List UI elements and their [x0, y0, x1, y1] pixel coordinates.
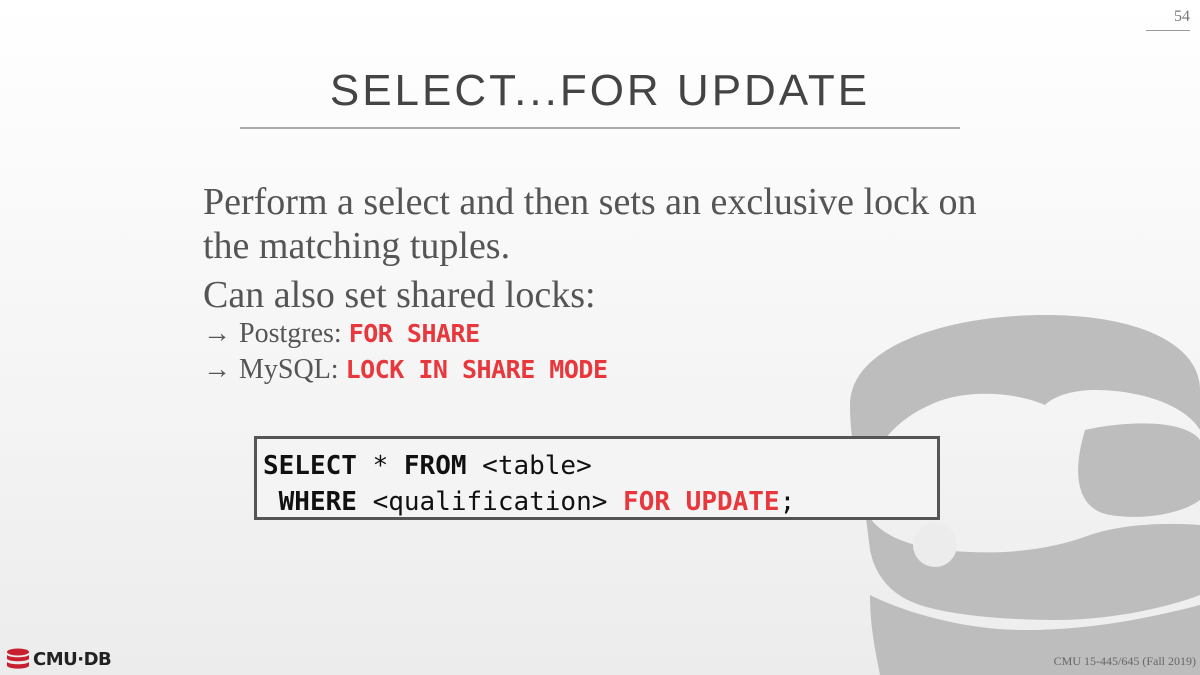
- arrow-icon: →: [203, 354, 231, 385]
- code-text: *: [356, 451, 404, 481]
- title-divider: [240, 127, 960, 129]
- code-text: <table>: [466, 451, 592, 481]
- keyword: FOR SHARE: [348, 319, 480, 348]
- sql-code-block: SELECT * FROM <table> WHERE <qualificati…: [254, 436, 940, 520]
- paragraph-shared-locks: Can also set shared locks:: [203, 274, 596, 316]
- sql-highlight-keyword: FOR UPDATE: [623, 487, 780, 517]
- sql-keyword: FROM: [403, 451, 467, 481]
- slide-number: 54: [1146, 8, 1190, 31]
- paragraph-exclusive-lock: Perform a select and then sets an exclus…: [203, 181, 977, 267]
- code-line-2: WHERE <qualification> FOR UPDATE;: [263, 484, 937, 520]
- logo-text: CMU·DB: [33, 648, 112, 670]
- code-text: <qualification>: [356, 487, 624, 517]
- slide-title: SELECT...FOR UPDATE: [329, 66, 871, 115]
- arrow-icon: →: [203, 318, 231, 349]
- code-text: ;: [779, 487, 796, 517]
- slide-body: Perform a select and then sets an exclus…: [203, 180, 1023, 388]
- list-item-label: MySQL:: [239, 354, 346, 385]
- list-item-mysql: → MySQL: LOCK IN SHARE MODE: [203, 352, 1023, 388]
- list-item-label: Postgres:: [239, 318, 349, 349]
- sql-keyword: WHERE: [278, 487, 357, 517]
- list-item-postgres: → Postgres: FOR SHARE: [203, 316, 1023, 352]
- code-line-1: SELECT * FROM <table>: [263, 448, 937, 484]
- sql-keyword: SELECT: [263, 451, 357, 481]
- database-icon: [7, 648, 29, 669]
- footer-course-label: CMU 15-445/645 (Fall 2019): [1053, 654, 1196, 668]
- keyword: LOCK IN SHARE MODE: [345, 355, 608, 384]
- cmu-db-logo: CMU·DB: [6, 648, 112, 670]
